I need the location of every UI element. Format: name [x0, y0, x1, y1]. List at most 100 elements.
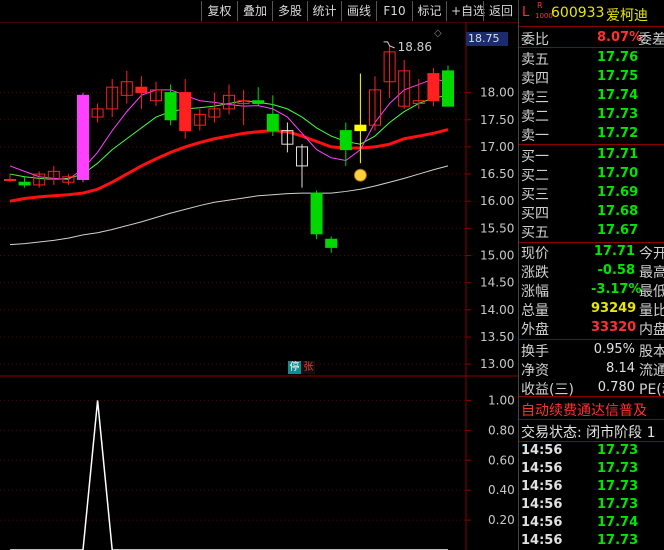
stat2-label: 净资: [521, 363, 549, 379]
stock-code: 600933: [551, 5, 605, 21]
stat-value: -0.58: [597, 263, 635, 278]
bid-label: 买一: [521, 149, 549, 165]
notice-text[interactable]: 自动续费通达信普及: [521, 400, 647, 420]
candle-body: [310, 192, 323, 235]
stat-label: 现价: [521, 246, 549, 262]
tick-price: 17.73: [597, 443, 639, 458]
y-tick-label: 16.50: [480, 167, 514, 181]
tick-time: 14:56: [521, 497, 563, 512]
limit-up-badge[interactable]: 张: [302, 361, 315, 374]
stat-label: 涨幅: [521, 284, 549, 300]
bid-price: 17.67: [597, 223, 639, 238]
sub-tick-label: 1.00: [488, 393, 515, 407]
candle-body: [135, 86, 148, 94]
bid-price: 17.68: [597, 204, 639, 219]
y-tick-label: 18.00: [480, 86, 514, 100]
quote-panel: L R 1000 600933 爱柯迪 委比 8.07% 委差 卖五 17.76 卖…: [518, 0, 664, 550]
ask-label: 卖五: [521, 52, 549, 68]
toolbar-button-7[interactable]: +自选: [446, 1, 485, 21]
stat2-value: 8.14: [606, 361, 635, 376]
r-badge: R: [537, 1, 543, 10]
candle-body: [266, 113, 279, 132]
stat2-extra: 股本: [639, 344, 664, 360]
toolbar-button-2[interactable]: 多股: [272, 1, 307, 21]
y-tick-label: 17.50: [480, 113, 514, 127]
y-tick-label: 15.50: [480, 221, 514, 235]
bid-label: 买五: [521, 225, 549, 241]
y-tick-label: 15.00: [480, 249, 514, 263]
candle-body: [339, 130, 352, 151]
toolbar-button-8[interactable]: 返回: [483, 1, 518, 21]
ask-price: 17.76: [597, 50, 639, 65]
stat-label: 总量: [521, 303, 549, 319]
stat-extra: 最高: [639, 265, 664, 281]
bid-price: 17.71: [597, 147, 639, 162]
stat-value: -3.17%: [591, 282, 642, 297]
weibi-label: 委比: [521, 32, 549, 48]
kline-chart[interactable]: 18.00 17.50 17.00 16.50 16.00 15.50 15.00 14.50…: [0, 22, 518, 550]
chart-toolbar: 复权 叠加 多股 统计 画线 F10 标记 +自选 返回: [0, 0, 518, 22]
y-tick-label: 13.50: [480, 330, 514, 344]
ask-price: 17.75: [597, 69, 639, 84]
stat2-label: 换手: [521, 344, 549, 360]
trade-state: 交易状态: 闭市阶段 1: [521, 425, 656, 441]
tick-time: 14:56: [521, 515, 563, 530]
weicha-label: 委差: [638, 32, 664, 48]
tick-time: 14:56: [521, 461, 563, 476]
stat-value: 33320: [591, 320, 637, 335]
stat-extra: 今开: [639, 246, 664, 262]
ask-label: 卖一: [521, 128, 549, 144]
toolbar-button-1[interactable]: 叠加: [237, 1, 272, 21]
sub-tick-label: 0.40: [488, 483, 515, 497]
y-tick-label: 14.50: [480, 276, 514, 290]
candle-body: [179, 92, 192, 132]
stock-name: 爱柯迪: [606, 8, 648, 24]
ask-price: 17.73: [597, 107, 639, 122]
stat-value: 93249: [591, 301, 637, 316]
candle-body: [4, 178, 16, 181]
toolbar-button-4[interactable]: 画线: [341, 1, 376, 21]
bid-label: 买四: [521, 206, 549, 222]
bid-price: 17.70: [597, 166, 639, 181]
y-tick-label: 13.00: [480, 357, 514, 371]
ma20-line: [9, 128, 449, 203]
stat-extra: 量比: [639, 303, 664, 319]
toolbar-button-0[interactable]: 复权: [201, 1, 237, 21]
toolbar-button-6[interactable]: 标记: [412, 1, 446, 21]
toolbar-button-5[interactable]: F10: [376, 1, 412, 21]
bid-price: 17.69: [597, 185, 639, 200]
tick-price: 17.73: [597, 461, 639, 476]
y-tick-label: 14.00: [480, 303, 514, 317]
ask-label: 卖二: [521, 109, 549, 125]
stop-badge[interactable]: 停: [288, 361, 301, 374]
stat-extra: 内盘: [639, 322, 664, 338]
candle-body: [354, 124, 367, 132]
ask-price: 17.74: [597, 88, 639, 103]
tick-time: 14:56: [521, 479, 563, 494]
chart-options-icon[interactable]: ◇: [434, 28, 442, 39]
stat2-value: 0.95%: [593, 342, 635, 357]
tick-price: 17.73: [597, 479, 639, 494]
tick-price: 17.74: [597, 515, 639, 530]
candle-body: [164, 92, 177, 121]
toolbar-button-3[interactable]: 统计: [307, 1, 341, 21]
candle-body: [427, 73, 440, 102]
tick-time: 14:56: [521, 443, 563, 458]
tick-time: 14:56: [521, 533, 563, 548]
sub-tick-label: 0.60: [488, 453, 515, 467]
stat-label: 外盘: [521, 322, 549, 338]
sub-tick-label: 0.80: [488, 423, 515, 437]
candle-body: [252, 100, 265, 104]
y-tick-label: 16.00: [480, 194, 514, 208]
stat-extra: 最低: [639, 284, 664, 300]
stat-label: 涨跌: [521, 265, 549, 281]
candle-body: [325, 238, 338, 248]
ask-price: 17.72: [597, 126, 639, 141]
ask-label: 卖四: [521, 71, 549, 87]
sub-indicator-line: [10, 400, 448, 550]
weibi-value: 8.07%: [597, 30, 643, 45]
l-badge: L: [522, 5, 530, 20]
candle-body: [18, 181, 31, 186]
ask-label: 卖三: [521, 90, 549, 106]
ma60-line: [9, 165, 449, 246]
